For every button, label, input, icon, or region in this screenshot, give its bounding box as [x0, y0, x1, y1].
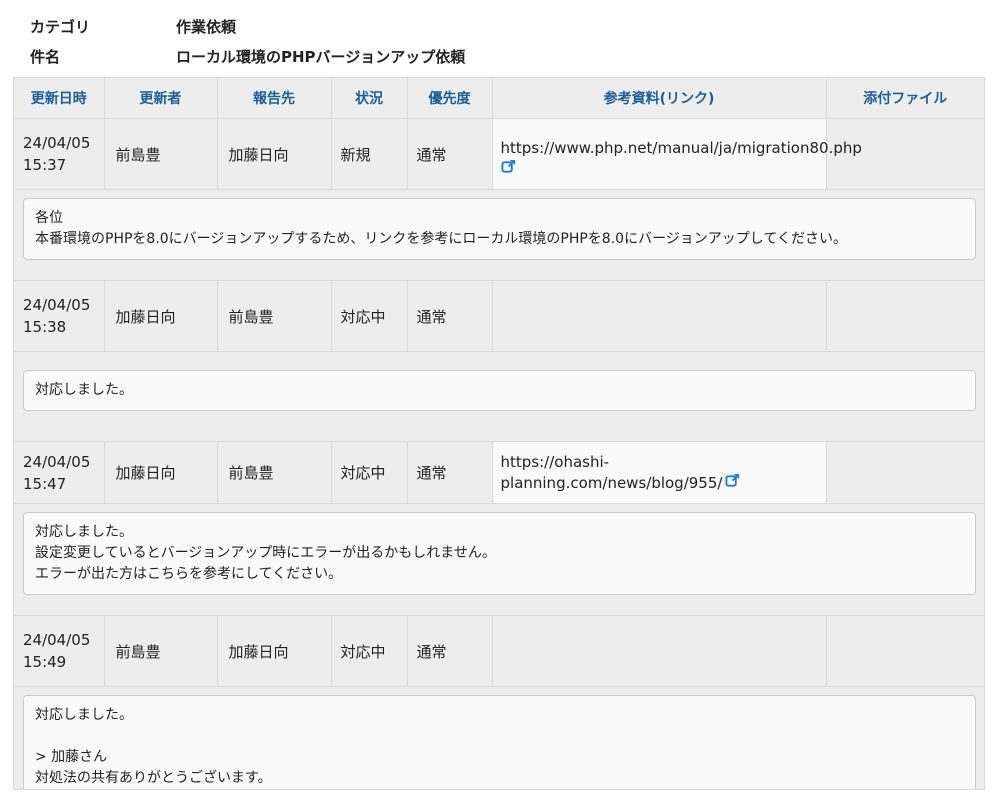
time-text: 15:38 — [23, 318, 67, 336]
message-box: 各位 本番環境のPHPを8.0にバージョンアップするため、リンクを参考にローカル… — [23, 198, 976, 260]
link-cell: https://ohashi-planning.com/news/blog/95… — [492, 441, 827, 504]
attachment-cell — [826, 441, 984, 504]
message-line: 対応しました。 — [35, 382, 133, 398]
col-header-updater[interactable]: 更新者 — [104, 78, 218, 119]
history-row: 24/04/05 15:37 前島豊 加藤日向 新規 通常 https://www… — [14, 118, 984, 190]
reference-link[interactable]: https://www.php.net/manual/ja/migration8… — [501, 139, 862, 157]
date-text: 24/04/05 — [23, 134, 91, 152]
category-row: カテゴリ 作業依頼 — [30, 12, 990, 42]
updated-at-cell: 24/04/05 15:49 — [14, 615, 105, 687]
reporter-cell: 加藤日向 — [217, 615, 332, 687]
history-header-row: 更新日時 更新者 報告先 状況 優先度 参考資料(リンク) 添付ファイル — [14, 78, 984, 119]
updater-cell: 前島豊 — [104, 615, 218, 687]
priority-cell: 通常 — [407, 280, 493, 352]
message-line: 各位 — [35, 210, 63, 226]
message-cell: 対応しました。 — [14, 351, 984, 442]
message-cell: 各位 本番環境のPHPを8.0にバージョンアップするため、リンクを参考にローカル… — [14, 189, 984, 281]
subject-row: 件名 ローカル環境のPHPバージョンアップ依頼 — [30, 42, 990, 72]
message-line: 対処法の共有ありがとうございます。 — [35, 770, 272, 786]
external-link-icon[interactable] — [725, 473, 740, 494]
priority-cell: 通常 — [407, 441, 493, 504]
status-cell: 対応中 — [331, 280, 408, 352]
message-line: 本番環境のPHPを8.0にバージョンアップするため、リンクを参考にローカル環境の… — [35, 231, 847, 247]
category-label: カテゴリ — [30, 18, 91, 36]
external-link-icon[interactable] — [500, 159, 516, 180]
history-board: 更新日時 更新者 報告先 状況 優先度 参考資料(リンク) 添付ファイル 24/… — [13, 77, 985, 790]
link-cell: https://www.php.net/manual/ja/migration8… — [492, 118, 862, 190]
history-row: 24/04/05 15:47 加藤日向 前島豊 対応中 通常 https://oh… — [14, 441, 984, 504]
status-cell: 対応中 — [331, 615, 408, 687]
date-text: 24/04/05 — [23, 296, 91, 314]
history-body: 24/04/05 15:37 前島豊 加藤日向 新規 通常 https://www… — [14, 118, 984, 789]
reference-link[interactable]: https://ohashi-planning.com/news/blog/95… — [501, 453, 723, 492]
category-value: 作業依頼 — [176, 18, 237, 36]
col-header-priority[interactable]: 優先度 — [407, 78, 493, 119]
date-text: 24/04/05 — [23, 631, 91, 649]
date-text: 24/04/05 — [23, 452, 91, 471]
message-line: 対応しました。 — [35, 524, 133, 540]
message-cell: 対応しました。 設定変更しているとバージョンアップ時にエラーが出るかもしれません… — [14, 503, 984, 616]
message-row: 各位 本番環境のPHPを8.0にバージョンアップするため、リンクを参考にローカル… — [14, 189, 984, 281]
col-header-attachments[interactable]: 添付ファイル — [826, 78, 984, 119]
message-cell: 対応しました。 > 加藤さん 対処法の共有ありがとうございます。 — [14, 686, 984, 789]
subject-value: ローカル環境のPHPバージョンアップ依頼 — [176, 48, 466, 66]
message-row: 対応しました。 > 加藤さん 対処法の共有ありがとうございます。 — [14, 686, 984, 789]
updater-cell: 加藤日向 — [104, 441, 218, 504]
message-line: 設定変更しているとバージョンアップ時にエラーが出るかもしれません。 — [35, 545, 496, 561]
time-text: 15:47 — [23, 474, 67, 493]
link-cell — [492, 615, 827, 687]
ticket-meta: カテゴリ 作業依頼 件名 ローカル環境のPHPバージョンアップ依頼 — [30, 12, 990, 72]
message-box: 対応しました。 > 加藤さん 対処法の共有ありがとうございます。 — [23, 695, 976, 789]
priority-cell: 通常 — [407, 118, 493, 190]
message-box: 対応しました。 設定変更しているとバージョンアップ時にエラーが出るかもしれません… — [23, 512, 976, 595]
history-table: 更新日時 更新者 報告先 状況 優先度 参考資料(リンク) 添付ファイル 24/… — [14, 78, 984, 789]
col-header-updated-at[interactable]: 更新日時 — [14, 78, 105, 119]
updater-cell: 前島豊 — [104, 118, 218, 190]
reporter-cell: 加藤日向 — [217, 118, 332, 190]
status-cell: 新規 — [331, 118, 408, 190]
message-line: > 加藤さん — [35, 749, 108, 765]
message-box: 対応しました。 — [23, 370, 976, 411]
message-row: 対応しました。 設定変更しているとバージョンアップ時にエラーが出るかもしれません… — [14, 503, 984, 616]
updated-at-cell: 24/04/05 15:38 — [14, 280, 105, 352]
time-text: 15:49 — [23, 653, 67, 671]
link-cell — [492, 280, 827, 352]
updater-cell: 加藤日向 — [104, 280, 218, 352]
updated-at-cell: 24/04/05 15:37 — [14, 118, 105, 190]
reporter-cell: 前島豊 — [217, 280, 332, 352]
updated-at-cell: 24/04/05 15:47 — [14, 441, 105, 504]
message-row: 対応しました。 — [14, 351, 984, 442]
col-header-reporter[interactable]: 報告先 — [217, 78, 332, 119]
priority-cell: 通常 — [407, 615, 493, 687]
history-row: 24/04/05 15:49 前島豊 加藤日向 対応中 通常 — [14, 615, 984, 687]
col-header-status[interactable]: 状況 — [331, 78, 408, 119]
message-line — [35, 726, 964, 747]
history-row: 24/04/05 15:38 加藤日向 前島豊 対応中 通常 — [14, 280, 984, 352]
subject-label: 件名 — [30, 48, 61, 66]
status-cell: 対応中 — [331, 441, 408, 504]
reporter-cell: 前島豊 — [217, 441, 332, 504]
attachment-cell — [826, 280, 984, 352]
message-line: 対応しました。 — [35, 707, 133, 723]
message-line: エラーが出た方はこちらを参考にしてください。 — [35, 566, 343, 582]
time-text: 15:37 — [23, 156, 67, 174]
col-header-links[interactable]: 参考資料(リンク) — [492, 78, 827, 119]
attachment-cell — [826, 615, 984, 687]
